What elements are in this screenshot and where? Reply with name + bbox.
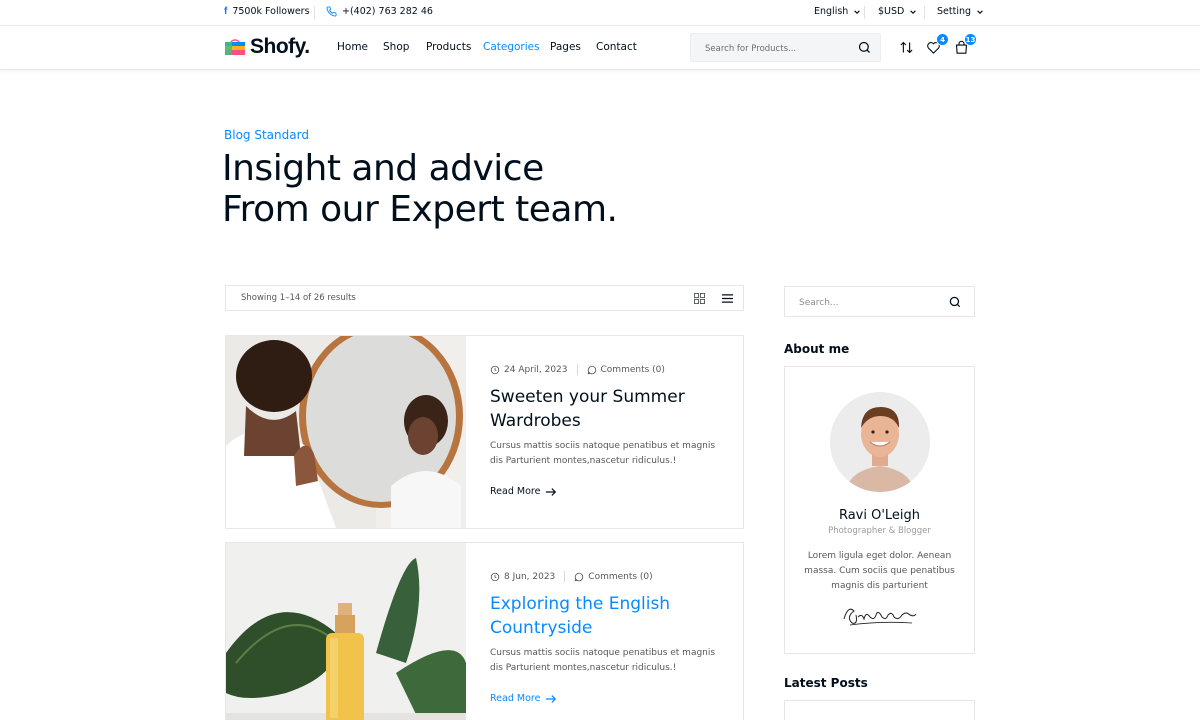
serum-photo bbox=[226, 543, 466, 720]
post-date-text: 8 Jun, 2023 bbox=[504, 571, 556, 582]
post-date: 24 April, 2023 bbox=[490, 365, 568, 375]
author-name: Ravi O'Leigh bbox=[838, 508, 921, 523]
post-comments-text: Comments (0) bbox=[600, 364, 665, 375]
currency-label: $USD bbox=[878, 6, 905, 17]
chevron-down-icon bbox=[977, 9, 983, 14]
language-label: English bbox=[814, 6, 849, 17]
clock-icon bbox=[490, 572, 500, 581]
comment-icon bbox=[587, 365, 596, 374]
about-card: Ravi O'Leigh Photographer & Blogger Lore… bbox=[784, 366, 975, 654]
post-image-mirror[interactable] bbox=[226, 336, 466, 528]
post-meta: 24 April, 2023 Comments (0) bbox=[490, 364, 665, 375]
arrow-right-icon bbox=[546, 694, 557, 703]
author-bio: Lorem ligula eget dolor. Aenean massa. C… bbox=[804, 551, 955, 591]
post-image-serum[interactable] bbox=[226, 543, 466, 720]
divider bbox=[576, 364, 578, 375]
signature-image bbox=[843, 608, 917, 626]
about-heading: About me bbox=[784, 342, 850, 356]
nav-home[interactable]: Home bbox=[337, 41, 368, 53]
main-header: Shofy. Home Shop Products Categories Pag… bbox=[0, 26, 1200, 70]
shopping-bag-icon bbox=[225, 39, 245, 55]
top-bar: f 7500k Followers +(402) 763 282 46 Engl… bbox=[0, 0, 1200, 26]
phone-text: +(402) 763 282 46 bbox=[342, 6, 433, 17]
nav-pages[interactable]: Pages bbox=[550, 41, 581, 53]
latest-posts-heading: Latest Posts bbox=[784, 676, 868, 690]
phone-link[interactable]: +(402) 763 282 46 bbox=[326, 6, 433, 17]
post-title[interactable]: Sweeten your Summer Wardrobes bbox=[490, 385, 720, 433]
product-search-input[interactable] bbox=[705, 42, 845, 56]
list-icon bbox=[721, 293, 733, 303]
avatar bbox=[830, 392, 930, 492]
wishlist-button[interactable]: 4 bbox=[924, 33, 949, 56]
wishlist-count-badge: 4 bbox=[936, 33, 949, 46]
divider bbox=[864, 6, 865, 19]
post-date-text: 24 April, 2023 bbox=[504, 364, 568, 375]
compare-icon bbox=[899, 41, 913, 53]
post-comments[interactable]: Comments (0) bbox=[587, 365, 665, 375]
cart-count-badge: 13 bbox=[964, 33, 977, 46]
post-excerpt: Cursus mattis sociis natoque penatibus e… bbox=[490, 648, 716, 673]
latest-posts-card bbox=[784, 700, 975, 720]
setting-label: Setting bbox=[937, 6, 972, 17]
results-bar: Showing 1–14 of 26 results bbox=[225, 285, 744, 311]
comment-icon bbox=[575, 572, 584, 581]
logo-text: Shofy. bbox=[250, 35, 310, 58]
sidebar-search-input[interactable] bbox=[799, 296, 929, 309]
search-icon[interactable] bbox=[948, 295, 962, 309]
followers-text: 7500k Followers bbox=[232, 6, 310, 17]
page-title-line-2: From our Expert team. bbox=[222, 189, 618, 230]
post-meta: 8 Jun, 2023 Comments (0) bbox=[490, 571, 653, 582]
read-more-label: Read More bbox=[490, 486, 541, 497]
setting-select[interactable]: Setting bbox=[937, 6, 984, 17]
chevron-down-icon bbox=[854, 9, 861, 14]
followers-link[interactable]: f 7500k Followers bbox=[224, 6, 310, 17]
divider bbox=[564, 571, 566, 582]
breadcrumb: Blog Standard bbox=[224, 128, 309, 142]
list-view-button[interactable] bbox=[720, 291, 734, 305]
read-more-link[interactable]: Read More bbox=[490, 486, 557, 497]
blog-post-card: 8 Jun, 2023 Comments (0) Exploring the E… bbox=[225, 542, 744, 720]
read-more-label: Read More bbox=[490, 693, 541, 704]
chevron-down-icon bbox=[910, 9, 917, 14]
page-title-line-1: Insight and advice bbox=[222, 148, 544, 189]
phone-icon bbox=[326, 6, 337, 17]
divider bbox=[314, 6, 315, 19]
language-select[interactable]: English bbox=[814, 6, 861, 17]
product-search bbox=[690, 33, 881, 62]
cart-button[interactable]: 13 bbox=[952, 33, 977, 56]
search-icon[interactable] bbox=[857, 40, 872, 55]
page-title: Insight and advice From our Expert team. bbox=[222, 148, 618, 230]
nav-products[interactable]: Products bbox=[426, 41, 471, 53]
nav-contact[interactable]: Contact bbox=[596, 41, 637, 53]
grid-icon bbox=[693, 292, 705, 304]
sidebar-search bbox=[784, 286, 975, 317]
facebook-icon: f bbox=[224, 6, 228, 17]
nav-categories[interactable]: Categories bbox=[483, 41, 540, 53]
blog-post-card: 24 April, 2023 Comments (0) Sweeten your… bbox=[225, 335, 744, 529]
post-title[interactable]: Exploring the English Countryside bbox=[490, 592, 720, 640]
avatar-photo bbox=[830, 392, 930, 492]
clock-icon bbox=[490, 365, 500, 374]
arrow-right-icon bbox=[546, 487, 557, 496]
grid-view-button[interactable] bbox=[692, 291, 706, 305]
results-count: Showing 1–14 of 26 results bbox=[241, 293, 356, 303]
author-role: Photographer & Blogger bbox=[828, 526, 931, 536]
nav-shop[interactable]: Shop bbox=[383, 41, 409, 53]
logo[interactable]: Shofy. bbox=[224, 34, 310, 60]
currency-select[interactable]: $USD bbox=[878, 6, 917, 17]
post-date: 8 Jun, 2023 bbox=[490, 572, 555, 582]
read-more-link[interactable]: Read More bbox=[490, 693, 557, 704]
divider bbox=[924, 6, 925, 19]
post-comments-text: Comments (0) bbox=[588, 571, 653, 582]
post-comments[interactable]: Comments (0) bbox=[574, 571, 653, 582]
post-excerpt: Cursus mattis sociis natoque penatibus e… bbox=[490, 441, 716, 466]
compare-button[interactable] bbox=[897, 38, 915, 56]
mirror-photo bbox=[226, 336, 466, 528]
